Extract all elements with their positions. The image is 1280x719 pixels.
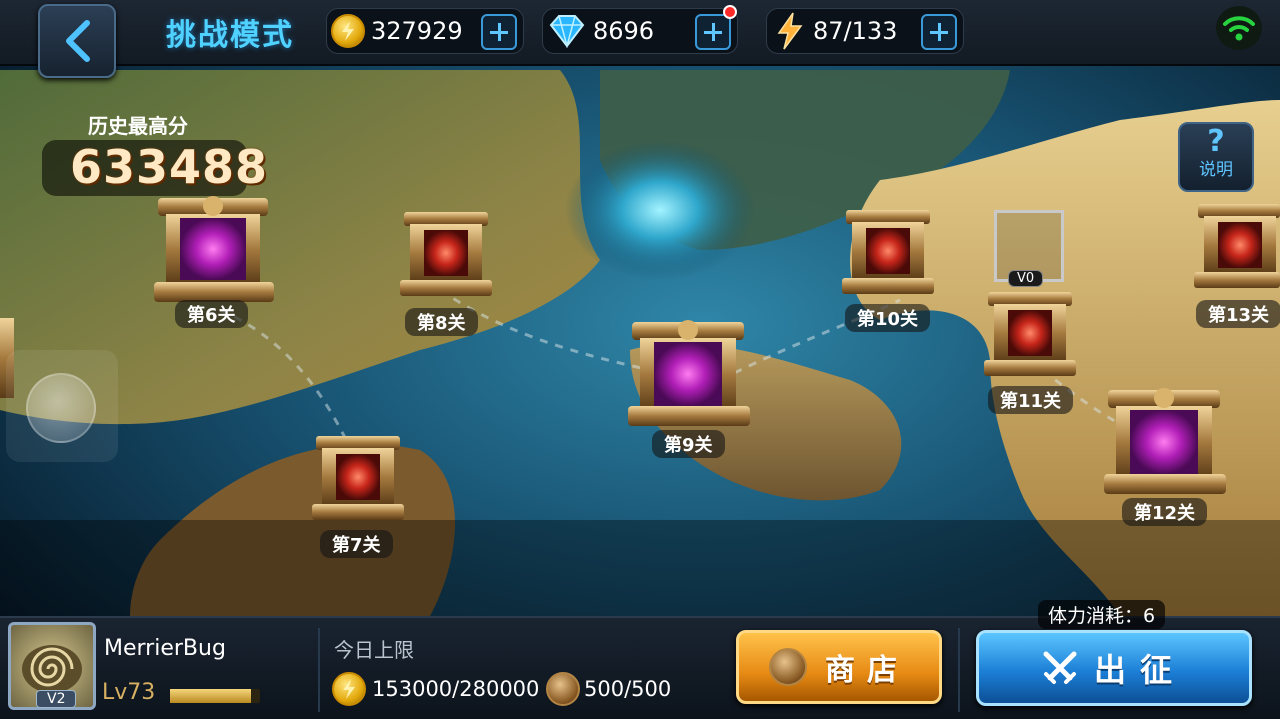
gold-coin-icon bbox=[331, 14, 365, 48]
lightning-icon bbox=[777, 12, 803, 50]
add-gold-button[interactable] bbox=[481, 14, 517, 50]
daily-gold-value: 153000/280000 bbox=[372, 677, 540, 701]
gold-value: 327929 bbox=[371, 17, 463, 45]
diamond-resource: 8696 bbox=[542, 5, 738, 54]
stage-label-9: 第9关 bbox=[652, 430, 725, 458]
stage-gate-9[interactable] bbox=[628, 320, 750, 426]
daily-gold-limit: 153000/280000 bbox=[332, 672, 539, 706]
stage-gate-11[interactable] bbox=[984, 292, 1076, 376]
horse-medal-icon bbox=[769, 648, 807, 686]
xp-bar bbox=[170, 689, 260, 703]
stage-label-8: 第8关 bbox=[405, 308, 478, 336]
player-name: MerrierBug bbox=[104, 636, 226, 661]
high-score-value: 633488 bbox=[70, 140, 269, 194]
crossed-swords-icon bbox=[1043, 651, 1077, 684]
stage-label-13: 第13关 bbox=[1196, 300, 1280, 328]
gold-resource: 327929 bbox=[326, 8, 524, 54]
add-energy-button[interactable] bbox=[921, 14, 957, 50]
gold-coin-icon bbox=[332, 672, 366, 706]
vip-badge: V2 bbox=[36, 690, 77, 708]
energy-resource: 87/133 bbox=[766, 8, 964, 54]
help-button[interactable]: ? 说明 bbox=[1178, 122, 1254, 192]
help-label: 说明 bbox=[1199, 160, 1233, 180]
stage-label-7: 第7关 bbox=[320, 530, 393, 558]
xp-fill bbox=[170, 689, 251, 703]
stage-label-12: 第12关 bbox=[1122, 498, 1208, 526]
player-level: Lv73 bbox=[102, 680, 156, 705]
stage-label-10: 第10关 bbox=[845, 304, 931, 332]
shop-label: 商店 bbox=[825, 653, 909, 688]
high-score-label: 历史最高分 bbox=[88, 114, 188, 138]
go-label: 出征 bbox=[1093, 651, 1186, 689]
stage-label-11: 第11关 bbox=[988, 386, 1074, 414]
daily-horse-value: 500/500 bbox=[584, 677, 672, 701]
wifi-icon bbox=[1216, 6, 1262, 50]
stage-gate-8[interactable] bbox=[400, 212, 492, 296]
diamond-icon bbox=[549, 15, 585, 48]
stage-label-6: 第6关 bbox=[175, 300, 248, 328]
energy-value: 87/133 bbox=[813, 17, 898, 45]
add-diamond-button[interactable] bbox=[695, 14, 731, 50]
stamina-cost: 体力消耗：6 bbox=[1038, 600, 1166, 629]
stage-gate-10[interactable] bbox=[842, 210, 934, 294]
horse-medal-icon bbox=[546, 672, 580, 706]
joystick-knob[interactable] bbox=[26, 373, 96, 443]
diamond-value: 8696 bbox=[593, 17, 655, 45]
question-icon: ? bbox=[1207, 124, 1225, 159]
chevron-left-icon bbox=[66, 20, 90, 62]
back-button[interactable] bbox=[38, 4, 116, 78]
shop-button[interactable]: 商店 bbox=[736, 630, 942, 704]
daily-limit-title: 今日上限 bbox=[334, 638, 414, 662]
daily-horse-limit: 500/500 bbox=[546, 672, 671, 706]
stage-gate-13[interactable] bbox=[1194, 204, 1280, 288]
stage-gate-6[interactable] bbox=[154, 196, 274, 302]
divider bbox=[958, 628, 960, 712]
notification-dot bbox=[723, 5, 737, 19]
go-battle-button[interactable]: 出征 bbox=[976, 630, 1252, 706]
divider bbox=[318, 628, 320, 712]
stage-gate-12[interactable] bbox=[1104, 388, 1226, 494]
stage-gate-7[interactable] bbox=[312, 436, 404, 520]
current-stage-tag: V0 bbox=[1008, 270, 1044, 287]
page-title: 挑战模式 bbox=[166, 18, 294, 53]
